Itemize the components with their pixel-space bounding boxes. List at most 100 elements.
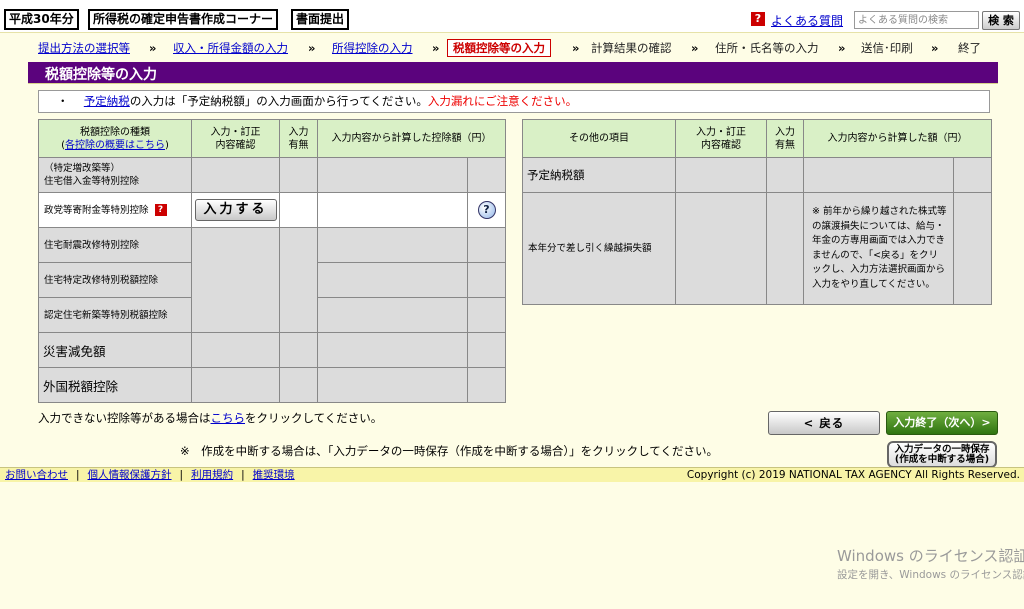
breadcrumb-income-input[interactable]: 収入・所得金額の入力 [173, 39, 288, 57]
notice-text: の入力は「予定納税額」の入力画面から行ってください。 [129, 94, 428, 108]
cell-input [675, 157, 767, 193]
header-has-line2: 有無 [775, 139, 795, 151]
breadcrumb-separator: » [308, 41, 316, 55]
row-political-donation-label: 政党等寄附金等特別控除? [38, 192, 192, 228]
windows-activation-watermark-title: Windows のライセンス認証 [837, 547, 1024, 565]
breadcrumb-separator: » [432, 41, 440, 55]
breadcrumb-deduction-input[interactable]: 所得控除の入力 [332, 39, 413, 57]
finish-input-next-button[interactable]: 入力終了（次へ）> [886, 411, 998, 435]
temp-save-line2: (作成を中断する場合) [894, 454, 990, 465]
row-political-donation-text: 政党等寄附金等特別控除 [44, 204, 149, 216]
footer-link-environment[interactable]: 推奨環境 [253, 469, 295, 481]
header-credit-type: 税額控除の種類 (各控除の概要はこちら) [38, 119, 192, 158]
footer-separator: | [76, 469, 80, 481]
row-foreign-tax-label: 外国税額控除 [38, 367, 192, 403]
cell-help [953, 192, 992, 305]
footer-link-privacy[interactable]: 個人情報保護方針 [88, 469, 172, 481]
page-title: 税額控除等の入力 [45, 67, 157, 83]
cell-help: ? [467, 192, 506, 228]
header-input-line1: 入力・訂正 [696, 126, 746, 138]
footer-link-terms[interactable]: 利用規約 [191, 469, 233, 481]
faq-link[interactable]: よくある質問 [771, 12, 843, 29]
input-button[interactable]: 入力する [194, 199, 277, 221]
footer: お問い合わせ | 個人情報保護方針 | 利用規約 | 推奨環境 Copyright (c) … [0, 467, 1024, 482]
header-has-input: 入力 有無 [279, 119, 318, 158]
back-button[interactable]: < 戻る [768, 411, 880, 435]
cell-has-input [766, 192, 804, 305]
cell-amount [803, 157, 954, 193]
carryover-note: ※ 前年から繰り越された株式等の譲渡損失については、給与・年金の方専用画面では入… [803, 192, 954, 305]
breadcrumb-separator: » [149, 41, 157, 55]
cell-has-input [766, 157, 804, 193]
cell-amount [317, 157, 468, 193]
breadcrumb-separator: » [572, 41, 580, 55]
cell-input [191, 367, 280, 403]
header-other-item: その他の項目 [522, 119, 676, 158]
header-has-line2: 有無 [288, 139, 309, 151]
notice-warning: 入力漏れにご注意ください。 [427, 94, 578, 108]
header-input-line2: 内容確認 [215, 139, 256, 151]
breadcrumb-separator: » [838, 41, 846, 55]
footer-separator: | [241, 469, 245, 481]
footer-links: お問い合わせ | 個人情報保護方針 | 利用規約 | 推奨環境 [5, 468, 295, 482]
cell-has-input [279, 332, 318, 368]
credit-overview-link[interactable]: 各控除の概要はこちら [65, 140, 165, 151]
row-housing-loan-line2: 住宅借入金等特別控除 [44, 176, 140, 187]
temp-save-button[interactable]: 入力データの一時保存 (作成を中断する場合) [887, 441, 997, 468]
cell-help [467, 227, 506, 263]
cell-has-input [279, 367, 318, 403]
header-paren-close: ) [165, 139, 169, 151]
search-button[interactable]: 検 索 [982, 11, 1020, 30]
header-has-input: 入力 有無 [766, 119, 804, 158]
cell-input [191, 157, 280, 193]
unsupported-prefix: 入力できない控除等がある場合は [38, 411, 211, 425]
cell-amount [317, 227, 468, 263]
tax-year-label: 平成30年分 [4, 9, 79, 30]
unsupported-deduction-note: 入力できない控除等がある場合はこちらをクリックしてください。 [38, 410, 382, 426]
breadcrumb-calc-result: 計算結果の確認 [591, 41, 672, 55]
cell-amount [317, 192, 468, 228]
cell-input: 入力する [191, 192, 280, 228]
header-input-line1: 入力・訂正 [210, 126, 261, 138]
header-credit-type-label: 税額控除の種類 [80, 126, 150, 138]
row-scheduled-tax-label: 予定納税額 [522, 157, 676, 193]
corner-title: 所得税の確定申告書作成コーナー [88, 9, 279, 30]
breadcrumb-address-input: 住所・氏名等の入力 [715, 41, 819, 55]
cell-has-input [279, 157, 318, 193]
breadcrumb-submission-method[interactable]: 提出方法の選択等 [38, 39, 130, 57]
header-input-correct: 入力・訂正 内容確認 [675, 119, 767, 158]
copyright: Copyright (c) 2019 NATIONAL TAX AGENCY A… [686, 469, 1020, 481]
cell-amount [317, 297, 468, 333]
help-icon[interactable]: ? [154, 204, 167, 216]
header-calculated-amount: 入力内容から計算した控除額（円） [317, 119, 506, 158]
unsupported-link[interactable]: こちら [211, 411, 246, 425]
breadcrumb-send-print: 送信･印刷 [861, 41, 913, 55]
paper-submission-label: 書面提出 [291, 9, 350, 30]
footer-link-contact[interactable]: お問い合わせ [5, 469, 68, 481]
row-housing-loan-line1: （特定増改築等） [44, 163, 121, 174]
row-seismic-label: 住宅耐震改修特別控除 [38, 227, 192, 263]
row-specific-renovation-label: 住宅特定改修特別税額控除 [38, 262, 192, 298]
row-housing-loan-label: （特定増改築等） 住宅借入金等特別控除 [38, 157, 192, 193]
other-items-table: その他の項目 入力・訂正 内容確認 入力 有無 入力内容から計算した額（円） 予… [522, 119, 992, 305]
footer-separator: | [179, 469, 184, 481]
faq-icon[interactable]: ? [751, 12, 765, 26]
cell-help [953, 157, 992, 193]
scheduled-tax-link[interactable]: 予定納税 [84, 94, 130, 108]
faq-search-input[interactable] [854, 11, 979, 29]
cell-help [467, 262, 506, 298]
top-bar: 平成30年分 所得税の確定申告書作成コーナー 書面提出 ? よくある質問 検 索 [0, 0, 1024, 33]
question-circle-icon[interactable]: ? [477, 201, 496, 219]
breadcrumb-separator: » [691, 41, 699, 55]
tax-credit-table: 税額控除の種類 (各控除の概要はこちら) 入力・訂正 内容確認 入力 有無 入力… [38, 119, 506, 403]
cell-input [675, 192, 767, 305]
cell-help [467, 297, 506, 333]
unsupported-suffix: をクリックしてください。 [245, 411, 383, 425]
notice-bullet: ・ [57, 94, 69, 108]
cell-amount [317, 332, 468, 368]
cell-help [467, 332, 506, 368]
cell-has-input [279, 192, 318, 228]
breadcrumb-current-step: 税額控除等の入力 [447, 39, 551, 57]
notice-box: ・ 予定納税の入力は「予定納税額」の入力画面から行ってください。入力漏れにご注意… [38, 90, 990, 113]
row-disaster-relief-label: 災害減免額 [38, 332, 192, 368]
